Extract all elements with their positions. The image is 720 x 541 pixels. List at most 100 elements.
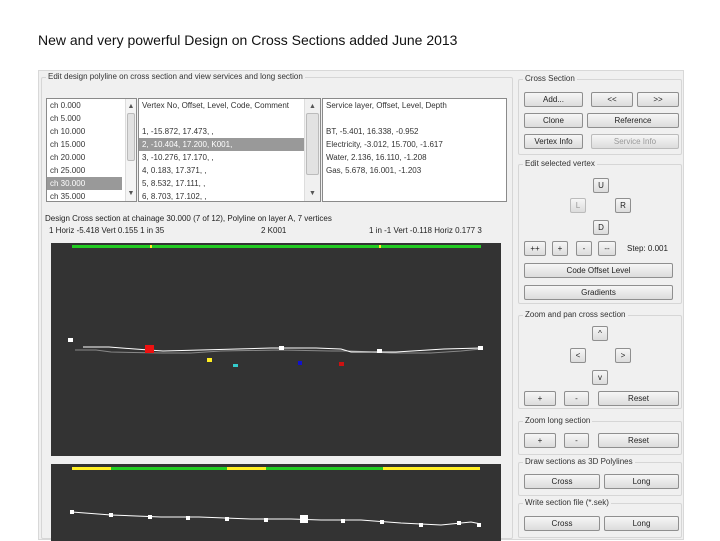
add-button[interactable]: Add... [524, 92, 583, 107]
list-item[interactable]: 6, 8.703, 17.102, , [139, 190, 320, 201]
list-item[interactable]: ch 35.000 [47, 190, 136, 201]
top-bar-green [72, 245, 481, 248]
list-header: Service layer, Offset, Level, Depth [326, 101, 447, 110]
pan-up-button[interactable]: ^ [592, 326, 608, 341]
chainage-list[interactable]: ch 0.000 ch 5.000 ch 10.000 ch 15.000 ch… [46, 98, 137, 202]
clone-button[interactable]: Clone [524, 113, 583, 128]
long-vertex [148, 515, 152, 519]
increase-step-button[interactable]: + [552, 241, 568, 256]
list-item[interactable]: ch 0.000 [47, 99, 136, 112]
long-vertex [477, 523, 481, 527]
long-zoom-reset-button[interactable]: Reset [598, 433, 679, 448]
cross-section-group: Cross Section Add... << >> Clone Referen… [518, 74, 682, 155]
group-label: Cross Section [523, 74, 577, 83]
group-label: Zoom long section [523, 416, 593, 425]
pan-left-button[interactable]: < [570, 348, 586, 363]
draw-long-button[interactable]: Long [604, 474, 679, 489]
service-list[interactable]: Service layer, Offset, Level, Depth BT, … [322, 98, 507, 202]
service-gas [339, 362, 344, 366]
long-zoom-in-button[interactable]: + [524, 433, 556, 448]
zoom-in-button[interactable]: + [524, 391, 556, 406]
list-item[interactable]: BT, -5.401, 16.338, -0.952 [323, 125, 506, 138]
long-bar-yellow [383, 467, 480, 470]
service-electricity [233, 364, 238, 367]
list-item [139, 112, 320, 125]
long-vertex [341, 519, 345, 523]
vertex-info-button[interactable]: Vertex Info [524, 134, 583, 149]
group-label: Draw sections as 3D Polylines [523, 457, 635, 466]
gradients-button[interactable]: Gradients [524, 285, 673, 300]
top-bar-marker [150, 245, 152, 248]
segment-right-info: 1 in -1 Vert -0.118 Horiz 0.177 3 [369, 226, 482, 235]
list-item[interactable]: ch 20.000 [47, 151, 136, 164]
group-label: Edit selected vertex [523, 159, 597, 168]
list-item[interactable]: Gas, 5.678, 16.001, -1.203 [323, 164, 506, 177]
zoom-reset-button[interactable]: Reset [598, 391, 679, 406]
pan-right-button[interactable]: > [615, 348, 631, 363]
list-item[interactable]: 5, 8.532, 17.111, , [139, 177, 320, 190]
long-vertex-current [300, 515, 308, 523]
increase-step-large-button[interactable]: ++ [524, 241, 546, 256]
draw-3d-group: Draw sections as 3D Polylines Cross Long [518, 457, 682, 496]
list-header: Vertex No, Offset, Level, Code, Comment [142, 101, 290, 110]
status-text: Design Cross section at chainage 30.000 … [45, 214, 332, 223]
long-vertex [419, 523, 423, 527]
list-item[interactable]: ch 25.000 [47, 164, 136, 177]
long-vertex [225, 517, 229, 521]
pan-down-button[interactable]: v [592, 370, 608, 385]
top-bar-marker [379, 245, 381, 248]
page-title: New and very powerful Design on Cross Se… [38, 32, 458, 48]
service-water [298, 361, 302, 365]
draw-cross-button[interactable]: Cross [524, 474, 600, 489]
vertex-marker [68, 338, 73, 342]
group-label: Edit design polyline on cross section an… [46, 72, 305, 81]
segment-code: 2 K001 [261, 226, 287, 235]
write-long-button[interactable]: Long [604, 516, 679, 531]
list-item[interactable]: ch 5.000 [47, 112, 136, 125]
cross-section-canvas[interactable] [51, 243, 501, 456]
long-vertex [264, 518, 268, 522]
move-up-button[interactable]: U [593, 178, 609, 193]
segment-left-info: 1 Horiz -5.418 Vert 0.155 1 in 35 [49, 226, 165, 235]
group-label: Write section file (*.sek) [523, 498, 611, 507]
list-item[interactable]: 3, -10.276, 17.170, , [139, 151, 320, 164]
list-item-selected[interactable]: ch 30.000 [47, 177, 122, 190]
write-cross-button[interactable]: Cross [524, 516, 600, 531]
previous-section-button[interactable]: << [591, 92, 633, 107]
list-item[interactable]: ch 15.000 [47, 138, 136, 151]
vertex-scrollbar[interactable]: ▲ ▼ [304, 99, 320, 201]
decrease-step-large-button[interactable]: -- [598, 241, 616, 256]
cross-section-window: Edit design polyline on cross section an… [38, 70, 684, 541]
long-zoom-out-button[interactable]: - [564, 433, 589, 448]
zoom-pan-group: Zoom and pan cross section ^ < > v + - R… [518, 310, 682, 409]
service-bt [207, 358, 212, 362]
list-item[interactable]: ch 10.000 [47, 125, 136, 138]
vertex-marker [478, 346, 483, 350]
vertex-marker-selected [145, 345, 154, 353]
existing-ground-line [75, 348, 482, 354]
long-vertex [109, 513, 113, 517]
long-vertex [186, 516, 190, 520]
list-item [323, 112, 506, 125]
long-section-canvas[interactable] [51, 464, 501, 541]
reference-button[interactable]: Reference [587, 113, 679, 128]
decrease-step-button[interactable]: - [576, 241, 592, 256]
code-offset-level-button[interactable]: Code Offset Level [524, 263, 673, 278]
list-item[interactable]: 4, 0.183, 17.371, , [139, 164, 320, 177]
service-info-button[interactable]: Service Info [591, 134, 679, 149]
move-left-button[interactable]: L [570, 198, 586, 213]
list-item[interactable]: 1, -15.872, 17.473, , [139, 125, 320, 138]
list-item[interactable]: Water, 2.136, 16.110, -1.208 [323, 151, 506, 164]
long-bar-yellow [227, 467, 266, 470]
zoom-out-button[interactable]: - [564, 391, 589, 406]
step-value: Step: 0.001 [627, 244, 668, 253]
move-right-button[interactable]: R [615, 198, 631, 213]
chainage-scrollbar[interactable]: ▲ ▼ [125, 99, 136, 201]
move-down-button[interactable]: D [593, 220, 609, 235]
list-item-selected[interactable]: 2, -10.404, 17.200, K001, [139, 138, 304, 151]
long-vertex [457, 521, 461, 525]
next-section-button[interactable]: >> [637, 92, 679, 107]
edit-vertex-group: Edit selected vertex U L R D ++ + - -- S… [518, 159, 682, 304]
list-item[interactable]: Electricity, -3.012, 15.700, -1.617 [323, 138, 506, 151]
vertex-list[interactable]: Vertex No, Offset, Level, Code, Comment … [138, 98, 321, 202]
